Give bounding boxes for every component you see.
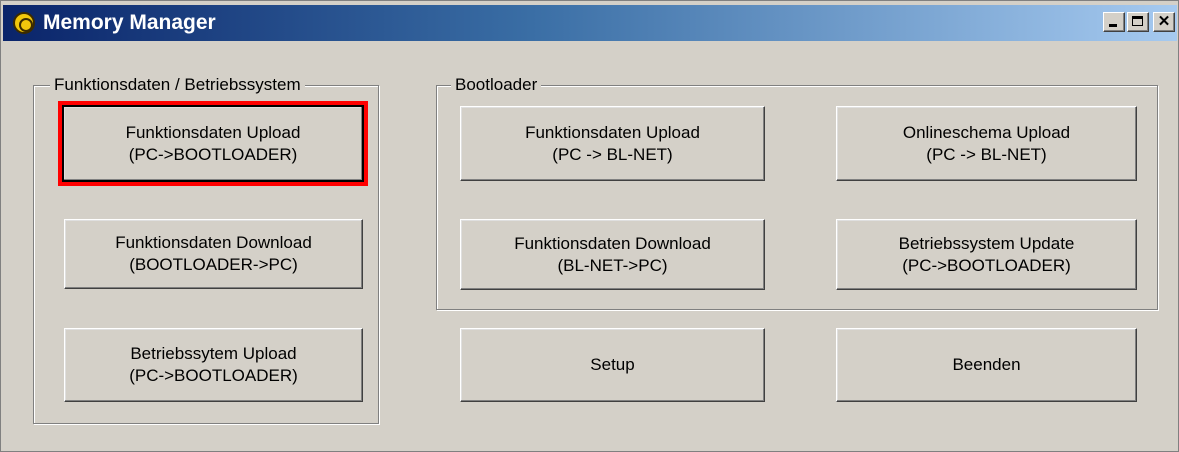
beenden-button-label: Beenden <box>952 355 1021 374</box>
group-label-bootloader: Bootloader <box>451 74 542 96</box>
button-label-line2: (PC->BOOTLOADER) <box>128 144 298 164</box>
button-label-line2: (PC->BOOTLOADER) <box>902 255 1071 275</box>
button-label-line2: (BOOTLOADER->PC) <box>129 255 298 274</box>
minimize-icon <box>1109 24 1117 27</box>
button-label-line1: Funktionsdaten Upload <box>125 122 301 142</box>
minimize-button[interactable] <box>1103 12 1125 32</box>
betriebssystem-upload-bootloader-button[interactable]: Betriebssytem Upload (PC->BOOTLOADER) <box>64 328 363 402</box>
button-label-line1: Betriebssytem Upload <box>130 344 297 363</box>
button-label-line1: Funktionsdaten Upload <box>525 122 700 142</box>
funktionsdaten-upload-bootloader-button[interactable]: Funktionsdaten Upload (PC->BOOTLOADER) <box>58 101 368 186</box>
memory-manager-window: Memory Manager ✕ Funktionsdaten / Betrie… <box>0 0 1179 452</box>
setup-button[interactable]: Setup <box>460 328 765 402</box>
betriebssystem-update-button[interactable]: Betriebssystem Update (PC->BOOTLOADER) <box>836 219 1137 290</box>
setup-button-label: Setup <box>590 355 635 374</box>
group-label-funktionsdaten-betriebssystem: Funktionsdaten / Betriebssystem <box>50 74 305 96</box>
button-label-line2: (BL-NET->PC) <box>557 255 668 275</box>
button-label-line1: Funktionsdaten Download <box>115 233 312 252</box>
button-label-line1: Betriebssystem Update <box>898 233 1075 253</box>
beenden-button[interactable]: Beenden <box>836 328 1137 402</box>
onlineschema-upload-button[interactable]: Onlineschema Upload (PC -> BL-NET) <box>836 106 1137 181</box>
maximize-icon <box>1132 16 1143 26</box>
button-label-line2: (PC->BOOTLOADER) <box>129 366 298 385</box>
close-icon: ✕ <box>1157 13 1171 30</box>
button-label-line1: Funktionsdaten Download <box>514 233 711 253</box>
title-bar[interactable]: Memory Manager ✕ <box>3 5 1177 41</box>
funktionsdaten-download-blnet-button[interactable]: Funktionsdaten Download (BL-NET->PC) <box>460 219 765 290</box>
button-label-line1: Onlineschema Upload <box>902 122 1071 142</box>
funktionsdaten-upload-blnet-button[interactable]: Funktionsdaten Upload (PC -> BL-NET) <box>460 106 765 181</box>
funktionsdaten-download-bootloader-button[interactable]: Funktionsdaten Download (BOOTLOADER->PC) <box>64 219 363 289</box>
button-label-line2: (PC -> BL-NET) <box>552 144 673 164</box>
close-button[interactable]: ✕ <box>1153 12 1175 32</box>
app-logo-icon <box>13 12 35 34</box>
maximize-button[interactable] <box>1127 12 1149 32</box>
button-label-line2: (PC -> BL-NET) <box>926 144 1047 164</box>
window-title: Memory Manager <box>43 11 216 34</box>
